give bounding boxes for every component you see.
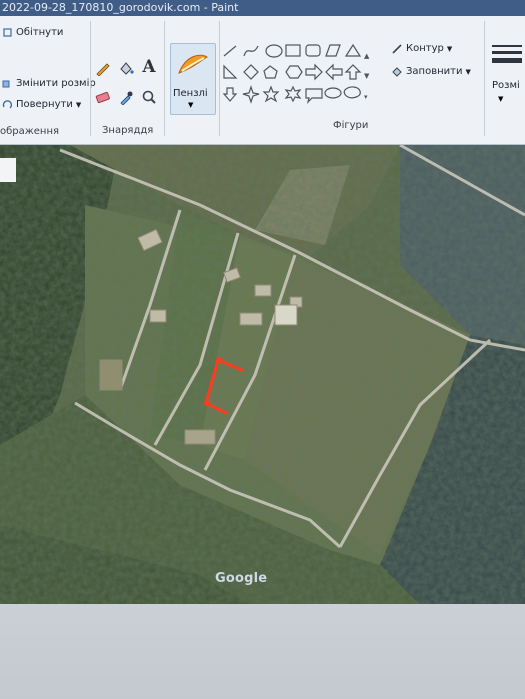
fill-bucket-icon: [392, 66, 403, 77]
chevron-down-icon: ▼: [188, 101, 194, 109]
shapes-group-label: Фігури: [333, 120, 369, 131]
size-button[interactable]: Розмі ▼: [486, 43, 525, 123]
crop-label: Обітнути: [16, 27, 64, 38]
chevron-down-icon: ▼: [465, 67, 471, 76]
canvas-resize-handle[interactable]: [0, 158, 16, 182]
brush-icon: [176, 49, 210, 83]
chevron-down-icon: ▼: [75, 100, 82, 109]
shapes-gallery: ▲ ▼ ▾: [222, 42, 372, 110]
outline-button[interactable]: Контур ▼: [392, 43, 452, 54]
divider: [90, 21, 91, 136]
outline-icon: [392, 43, 403, 54]
chevron-down-icon: ▼: [446, 44, 453, 53]
svg-text:▼: ▼: [364, 72, 370, 80]
divider: [484, 21, 485, 136]
resize-button[interactable]: Змінити розмір: [2, 78, 96, 89]
fill-icon[interactable]: [117, 59, 135, 77]
resize-label: Змінити розмір: [16, 78, 96, 89]
monitor-bezel: [0, 604, 525, 699]
outline-label: Контур: [406, 43, 444, 54]
crop-button[interactable]: Обітнути: [2, 27, 63, 38]
pencil-icon[interactable]: [94, 59, 112, 77]
rotate-label: Повернути: [16, 99, 73, 110]
divider: [219, 21, 220, 136]
brushes-button[interactable]: Пензлі ▼: [170, 43, 216, 115]
size-icon: [492, 43, 522, 71]
paint-window: 2022-09-28_170810_gorodovik.com - Paint …: [0, 0, 525, 610]
color-picker-icon[interactable]: [117, 88, 135, 106]
text-icon[interactable]: A: [140, 57, 158, 77]
image-group-label: ображення: [0, 126, 60, 137]
window-title: 2022-09-28_170810_gorodovik.com - Paint: [0, 0, 525, 16]
fill-label: Заповнити: [406, 66, 463, 77]
size-label: Розмі: [492, 80, 520, 91]
ribbon: Обітнути Змінити розмір Повернути ▼ обра…: [0, 16, 525, 145]
satellite-map-image: [0, 145, 525, 605]
shapes-gallery-icons[interactable]: ▲ ▼ ▾: [222, 42, 372, 110]
resize-icon: [2, 78, 13, 89]
chevron-down-icon: ▼: [498, 95, 504, 103]
fill-shape-button[interactable]: Заповнити ▼: [392, 66, 471, 77]
google-watermark: Google: [215, 571, 268, 586]
brushes-label: Пензлі: [173, 88, 208, 99]
tools-group-label: Знаряддя: [102, 125, 154, 136]
svg-text:▾: ▾: [364, 93, 368, 101]
svg-text:▲: ▲: [364, 52, 370, 60]
rotate-button[interactable]: Повернути ▼: [2, 99, 81, 110]
eraser-icon[interactable]: [94, 88, 112, 106]
magnifier-icon[interactable]: [140, 88, 158, 106]
divider: [164, 21, 165, 136]
rotate-icon: [2, 99, 13, 110]
crop-icon: [2, 27, 13, 38]
canvas[interactable]: [0, 145, 525, 605]
